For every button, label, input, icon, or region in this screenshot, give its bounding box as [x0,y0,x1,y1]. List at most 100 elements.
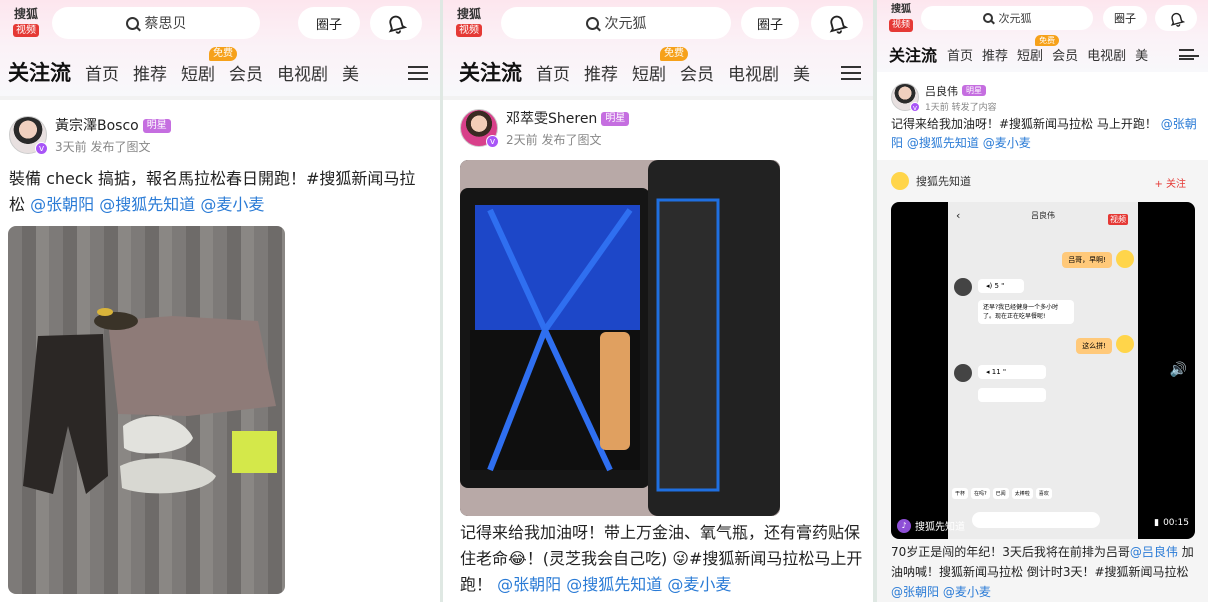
repost-avatar[interactable] [891,172,909,190]
chat-bubble [978,388,1046,402]
notification-button[interactable] [370,6,422,40]
video-player[interactable]: ‹ 吕良伟 视频 吕哥，早啊! ◂) 5 " 还早?我已经健身一个多小时了。现在… [891,202,1195,539]
tab-recommend[interactable]: 推荐 [133,60,167,85]
post-text: 裝備 check 搞掂，報名馬拉松春日開跑！#搜狐新闻马拉松 @张朝阳 @搜狐先… [9,166,429,218]
author-name[interactable]: 邓萃雯Sheren [506,111,597,127]
logo-text-bottom: 视频 [888,19,913,32]
mention-link[interactable]: @张朝阳 [891,585,939,599]
post-image[interactable] [460,160,780,516]
mention-link[interactable]: @麦小麦 [667,575,731,594]
circle-button[interactable]: 圈子 [1103,6,1147,30]
notification-button[interactable] [1155,5,1197,31]
tab-more[interactable]: 美 [342,60,359,85]
quick-reply: 干杯 [952,488,969,499]
avatar[interactable]: v [891,82,920,112]
chat-avatar [954,364,972,382]
tab-recommend[interactable]: 推荐 [982,45,1008,64]
tab-short-drama[interactable]: 短剧 免费 [632,46,688,85]
tab-short-drama[interactable]: 短剧 免费 [1017,34,1060,64]
tab-tv[interactable]: 电视剧 [728,60,779,85]
author-row: v 吕良伟 明星 1天前 转发了内容 [891,80,997,113]
sohu-video-logo[interactable]: 搜狐 视频 [452,7,486,37]
follow-button[interactable]: + 关注 [1154,175,1186,190]
tab-member[interactable]: 会员 [229,60,263,85]
logo-text-bottom: 视频 [13,24,39,37]
star-badge: 明星 [962,85,986,96]
tab-short-label: 短剧 [181,64,215,85]
voice-duration: 11 " [991,368,1007,376]
category-tabs: 关注流 首页 推荐 短剧 免费 会员 电视剧 美 [877,34,1208,72]
author-name[interactable]: 黃宗澤Bosco [55,118,139,134]
tab-member[interactable]: 会员 [1052,45,1078,64]
post-text: 记得来给我加油呀！带上万金油、氧气瓶，还有膏药贴保住老命😂！(灵芝我会自己吃) … [460,520,870,598]
search-icon [125,16,139,30]
tab-follow[interactable]: 关注流 [459,57,522,87]
tab-recommend[interactable]: 推荐 [584,60,618,85]
tab-tv[interactable]: 电视剧 [1087,45,1126,64]
notification-button[interactable] [811,6,863,40]
mention-link[interactable]: @张朝阳 [30,195,94,214]
tab-home[interactable]: 首页 [947,45,973,64]
signal-icon: ▮ [1154,518,1160,528]
avatar[interactable]: v [460,109,499,148]
mention-link[interactable]: @搜狐先知道 [566,575,662,594]
feed-panel-3: 搜狐 视频 次元狐 圈子 关注流 首页 推荐 短剧 免费 会员 电视剧 美 v 吕… [877,0,1208,602]
tab-follow[interactable]: 关注流 [889,42,937,66]
circle-button[interactable]: 圈子 [298,7,360,39]
top-bar: 搜狐 视频 次元狐 圈子 [877,0,1208,36]
video-duration-wrap: ▮ 00:15 [1154,518,1189,528]
logo-text-top: 搜狐 [891,4,911,15]
tab-more[interactable]: 美 [1135,45,1148,64]
tab-home[interactable]: 首页 [536,60,570,85]
caption-text: 70岁正是闯的年纪！3天后我将在前排为吕哥 [891,545,1130,559]
tab-short-drama[interactable]: 短剧 免费 [181,46,237,85]
tab-home[interactable]: 首页 [85,60,119,85]
repost-author-name[interactable]: 搜狐先知道 [916,173,971,189]
post-text: 记得来给我加油呀！#搜狐新闻马拉松 马上开跑！ @张朝阳 @搜狐先知道 @麦小麦 [891,115,1201,153]
search-input[interactable]: 次元狐 [921,6,1093,30]
top-bar: 搜狐 视频 次元狐 圈子 [443,0,873,48]
menu-icon[interactable] [841,66,861,80]
voice-message: ◂) 5 " [978,279,1024,293]
voice-duration: 5 " [994,282,1005,290]
free-badge: 免费 [660,46,688,61]
mention-link[interactable]: @搜狐先知道 [99,195,195,214]
mention-link[interactable]: @张朝阳 [497,575,561,594]
video-duration: 00:15 [1163,518,1189,528]
sohu-video-logo[interactable]: 搜狐 视频 [887,4,915,32]
verified-icon: v [486,135,499,148]
avatar[interactable]: v [9,116,48,155]
search-input[interactable]: 次元狐 [501,7,731,39]
tab-member[interactable]: 会员 [680,60,714,85]
top-bar: 搜狐 视频 蔡思贝 圈子 [0,0,440,48]
category-tabs: 关注流 首页 推荐 短剧 免费 会员 电视剧 美 [443,46,873,96]
feed-panel-2: 搜狐 视频 次元狐 圈子 关注流 首页 推荐 短剧 免费 会员 电视剧 美 v 邓… [443,0,873,602]
sohu-video-logo[interactable]: 搜狐 视频 [9,7,43,37]
video-channel[interactable]: ♪ 搜狐先知道 [897,518,965,533]
search-input[interactable]: 蔡思贝 [52,7,260,39]
circle-button[interactable]: 圈子 [741,7,799,39]
music-icon: ♪ [897,518,911,533]
post-image[interactable] [8,226,285,594]
quick-reply: 喜欢 [1035,488,1052,499]
chat-avatar [954,278,972,296]
menu-icon[interactable] [408,66,428,80]
author-name[interactable]: 吕良伟 [925,85,958,98]
mention-link[interactable]: @麦小麦 [983,136,1031,150]
category-tabs: 关注流 首页 推荐 短剧 免费 会员 电视剧 美 [0,46,440,96]
mention-link[interactable]: @麦小麦 [943,585,991,599]
chat-screenshot: ‹ 吕良伟 视频 吕哥，早啊! ◂) 5 " 还早?我已经健身一个多小时了。现在… [948,202,1138,539]
bell-icon [1170,12,1185,27]
tab-more[interactable]: 美 [793,60,810,85]
mention-link[interactable]: @吕良伟 [1130,545,1178,559]
chat-avatar [1116,250,1134,268]
search-icon [585,16,599,30]
tab-tv[interactable]: 电视剧 [277,60,328,85]
quick-reply: 在吗? [971,488,990,499]
quick-replies: 干杯 在吗? 已阅 太棒啦 喜欢 [952,488,1052,499]
mention-link[interactable]: @搜狐先知道 [907,136,979,150]
menu-icon[interactable] [1179,49,1199,60]
volume-icon[interactable]: 🔊 [1170,362,1187,378]
tab-follow[interactable]: 关注流 [8,57,71,87]
mention-link[interactable]: @麦小麦 [200,195,264,214]
